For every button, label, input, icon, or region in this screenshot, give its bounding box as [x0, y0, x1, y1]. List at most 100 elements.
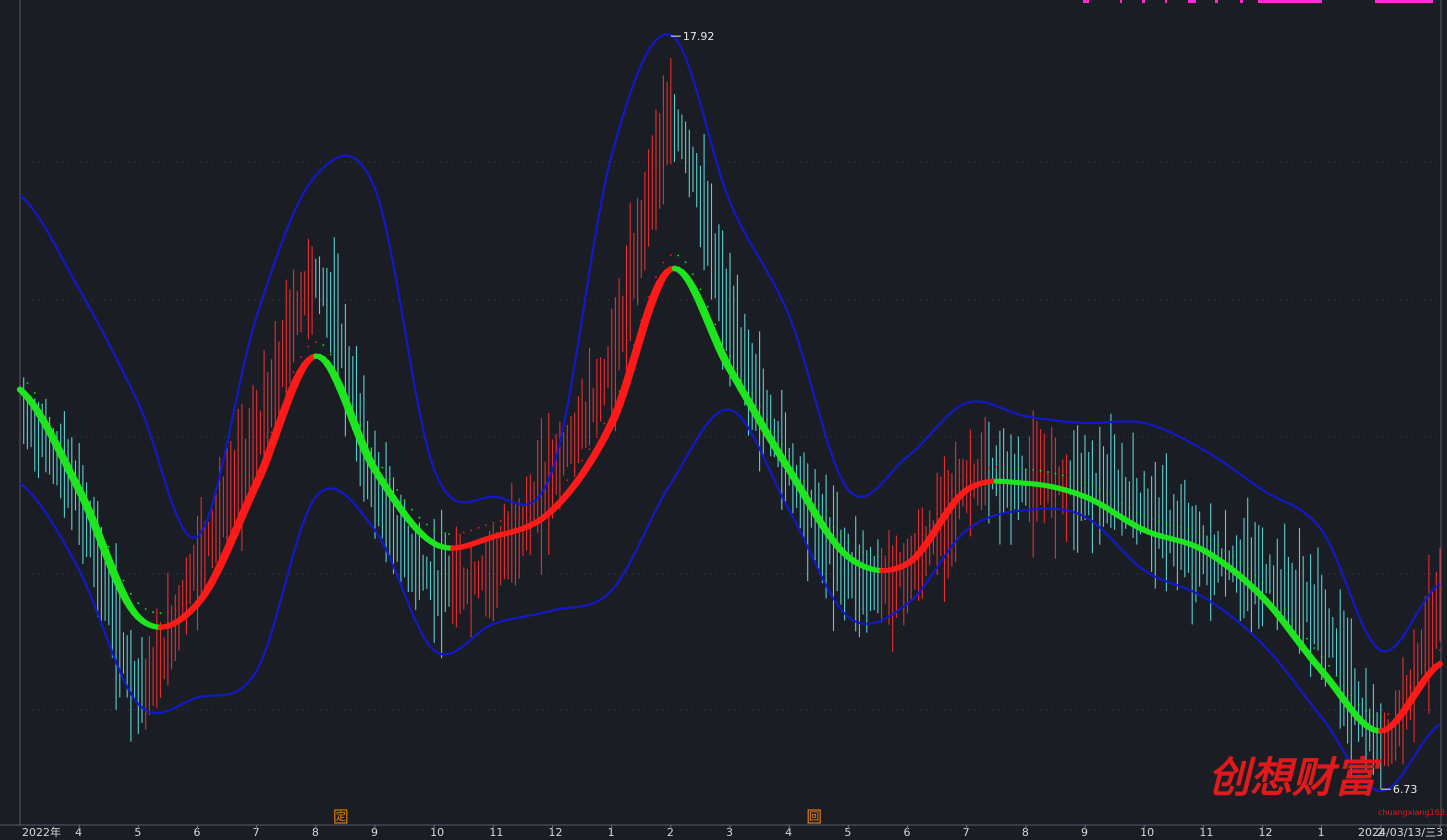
trend-dot: [951, 490, 953, 493]
trend-dot: [669, 254, 672, 256]
trend-dot: [788, 455, 791, 457]
trend-dot: [1128, 507, 1131, 510]
trend-dot: [56, 431, 58, 433]
trend-dot: [899, 552, 901, 555]
trend-dot: [677, 254, 680, 257]
annotation-label: 6.73: [1393, 783, 1418, 796]
trend-dot: [803, 479, 805, 482]
trend-dot: [1320, 655, 1323, 658]
trend-dot: [692, 273, 694, 275]
trend-dot: [810, 492, 813, 494]
event-marker-label: 定: [336, 810, 346, 823]
trend-dot: [684, 261, 687, 264]
trend-dot: [167, 611, 169, 613]
trend-dot: [144, 608, 147, 610]
trend-dot: [1239, 561, 1242, 564]
trend-dot: [973, 470, 975, 473]
trend-dot: [588, 448, 591, 451]
trend-dot: [936, 512, 938, 515]
top-indicator-mark: [1215, 0, 1218, 3]
trend-dot: [581, 459, 583, 462]
trend-dot: [1121, 502, 1123, 505]
trend-dot: [278, 410, 280, 413]
trend-dot: [751, 392, 754, 395]
trend-dot: [854, 547, 857, 550]
trend-dot: [1269, 590, 1271, 592]
annotation-label: 17.92: [683, 30, 715, 43]
trend-dot: [906, 548, 909, 551]
trend-dot: [958, 481, 961, 484]
trend-dot: [359, 423, 362, 426]
x-tick-label: 8: [1022, 826, 1029, 839]
trend-dot: [381, 466, 384, 469]
top-indicator-mark: [1142, 0, 1145, 3]
trend-dot: [1150, 518, 1153, 520]
trend-dot: [596, 436, 598, 438]
trend-dot: [181, 603, 184, 605]
trend-dot: [743, 380, 746, 382]
trend-dot: [285, 390, 288, 392]
x-tick-label: 11: [489, 826, 503, 839]
trend-dot: [388, 478, 391, 480]
top-indicator-mark: [1165, 0, 1167, 3]
trend-dot: [1298, 628, 1301, 630]
trend-dot: [862, 551, 864, 553]
trend-dot: [174, 607, 177, 610]
trend-dot: [1061, 474, 1064, 477]
trend-dot: [507, 518, 509, 520]
trend-dot: [411, 508, 413, 511]
trend-dot: [263, 451, 265, 453]
trend-dot: [603, 422, 606, 425]
trend-dot: [1224, 549, 1227, 552]
trend-dot: [492, 521, 495, 524]
trend-dot: [573, 469, 576, 472]
trend-dot: [514, 516, 517, 518]
trend-dot: [529, 510, 532, 513]
trend-dot: [832, 526, 835, 528]
trend-dot: [1379, 716, 1382, 718]
trend-dot: [522, 513, 524, 516]
trend-dot: [374, 455, 376, 457]
trend-dot: [307, 345, 310, 348]
trend-dot: [366, 441, 369, 443]
ribbon-segment: [1433, 661, 1443, 670]
trend-dot: [433, 528, 436, 531]
trend-dot: [270, 431, 273, 434]
trend-dot: [1054, 472, 1057, 475]
trend-dot: [418, 516, 421, 519]
x-tick-label: 11: [1199, 826, 1213, 839]
top-indicator-mark: [1188, 0, 1196, 3]
trend-dot: [130, 592, 132, 595]
trend-dot: [233, 518, 236, 521]
trend-dot: [1084, 481, 1086, 484]
trend-dot: [914, 542, 916, 545]
trend-dot: [817, 504, 820, 507]
top-indicator-mark: [1083, 0, 1089, 3]
trend-dot: [559, 487, 561, 490]
watermark-text: 创想财富: [1208, 753, 1382, 802]
trend-dot: [706, 305, 709, 308]
trend-dot: [1276, 599, 1279, 601]
trend-dot: [1165, 522, 1168, 525]
trend-dot: [1202, 535, 1205, 538]
trend-dot: [41, 403, 44, 406]
trend-dot: [1069, 476, 1072, 479]
trend-dot: [1254, 574, 1256, 577]
trend-dot: [766, 418, 768, 421]
trend-dot: [137, 602, 140, 605]
trend-dot: [1283, 608, 1286, 611]
trend-dot: [1047, 471, 1049, 473]
trend-dot: [877, 555, 879, 558]
trend-dot: [70, 460, 73, 463]
trend-dot: [440, 531, 443, 534]
trend-dot: [462, 531, 465, 534]
trend-dot: [965, 475, 968, 477]
trend-dot: [1313, 647, 1316, 649]
watermark-site: chuangxiang168.com: [1378, 808, 1447, 817]
trend-dot: [618, 390, 620, 393]
trend-dot: [921, 534, 924, 537]
trend-dot: [1195, 531, 1197, 534]
trend-dot: [758, 405, 761, 408]
trend-dot: [1343, 685, 1345, 687]
trend-dot: [1113, 498, 1116, 500]
